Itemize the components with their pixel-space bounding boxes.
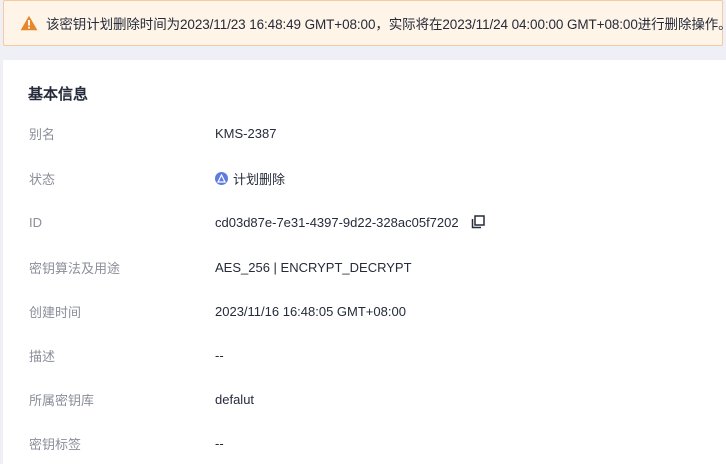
algorithm-value: AES_256 | ENCRYPT_DECRYPT	[215, 259, 412, 275]
row-algorithm: 密钥算法及用途 AES_256 | ENCRYPT_DECRYPT	[3, 256, 726, 278]
row-tags: 密钥标签 --	[3, 432, 726, 454]
keystore-label: 所属密钥库	[29, 392, 95, 408]
description-value: --	[215, 347, 224, 363]
description-label: 描述	[29, 348, 56, 364]
alias-label: 别名	[29, 126, 56, 142]
warning-banner: 该密钥计划删除时间为2023/11/23 16:48:49 GMT+08:00，…	[3, 0, 726, 46]
scheduled-delete-icon	[215, 171, 228, 185]
row-status: 状态 计划删除	[3, 167, 726, 189]
row-alias: 别名 KMS-2387	[3, 122, 726, 144]
status-value-wrap: 计划删除	[215, 169, 285, 188]
warning-triangle-icon	[20, 14, 38, 32]
status-value: 计划删除	[233, 171, 286, 187]
created-time-label: 创建时间	[29, 304, 82, 320]
section-title: 基本信息	[28, 86, 89, 103]
row-id: ID cd03d87e-7e31-4397-9d22-328ac05f7202	[3, 211, 726, 233]
warning-message: 该密钥计划删除时间为2023/11/23 16:48:49 GMT+08:00，…	[46, 17, 726, 32]
id-value-wrap: cd03d87e-7e31-4397-9d22-328ac05f7202	[215, 215, 485, 230]
id-label: ID	[29, 214, 42, 230]
created-time-value: 2023/11/16 16:48:05 GMT+08:00	[215, 303, 406, 319]
row-description: 描述 --	[3, 344, 726, 366]
id-value: cd03d87e-7e31-4397-9d22-328ac05f7202	[215, 214, 459, 230]
status-label: 状态	[29, 171, 56, 187]
tags-value: --	[215, 435, 224, 451]
row-keystore: 所属密钥库 defalut	[3, 388, 726, 410]
algorithm-label: 密钥算法及用途	[29, 260, 121, 276]
keystore-value: defalut	[215, 391, 255, 407]
tags-label: 密钥标签	[29, 436, 82, 452]
alias-value: KMS-2387	[215, 125, 277, 141]
basic-info-panel: 基本信息 别名 KMS-2387 状态 计划删除 ID cd03d87e-7e3…	[3, 60, 726, 464]
copy-icon[interactable]	[471, 215, 485, 229]
row-created-time: 创建时间 2023/11/16 16:48:05 GMT+08:00	[3, 300, 726, 322]
